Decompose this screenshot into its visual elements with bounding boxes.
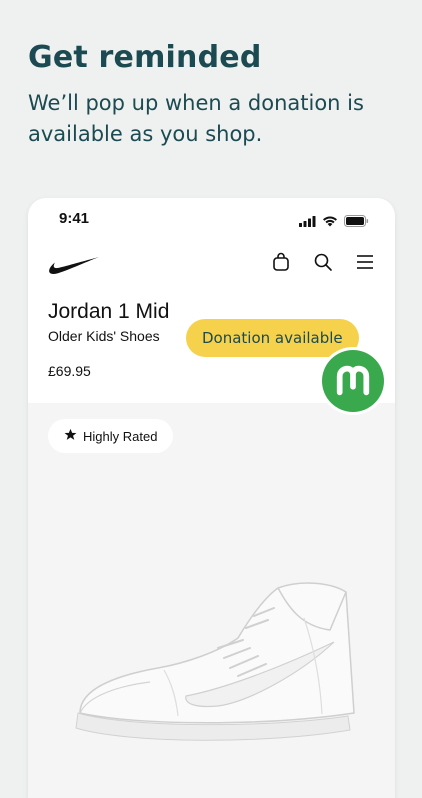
nike-swoosh-logo[interactable] <box>48 256 100 280</box>
star-icon <box>64 428 77 444</box>
headline: Get reminded <box>28 40 262 75</box>
phone-mockup: 9:41 Jordan 1 Mid Older Kids' Shoes £69.… <box>28 198 395 798</box>
product-image-area[interactable]: Highly Rated <box>28 403 395 798</box>
product-price: £69.95 <box>48 363 91 379</box>
status-time: 9:41 <box>59 210 90 227</box>
rating-badge: Highly Rated <box>48 419 174 453</box>
app-navbar <box>28 246 395 286</box>
menu-icon[interactable] <box>355 252 375 272</box>
battery-icon <box>344 212 369 231</box>
signal-icon <box>299 212 316 231</box>
m-logo-badge[interactable] <box>322 350 384 412</box>
donation-available-pill[interactable]: Donation available <box>186 319 359 357</box>
sneaker-image <box>68 578 358 752</box>
product-title: Jordan 1 Mid <box>48 300 170 323</box>
search-icon[interactable] <box>313 252 333 272</box>
subtext: We’ll pop up when a donation is availabl… <box>28 91 364 146</box>
nav-icons <box>271 252 375 272</box>
bag-icon[interactable] <box>271 252 291 272</box>
wifi-icon <box>322 212 338 231</box>
status-bar: 9:41 <box>28 198 395 238</box>
product-subtitle: Older Kids' Shoes <box>48 328 160 344</box>
rating-label: Highly Rated <box>83 428 158 444</box>
status-icons <box>299 212 369 231</box>
